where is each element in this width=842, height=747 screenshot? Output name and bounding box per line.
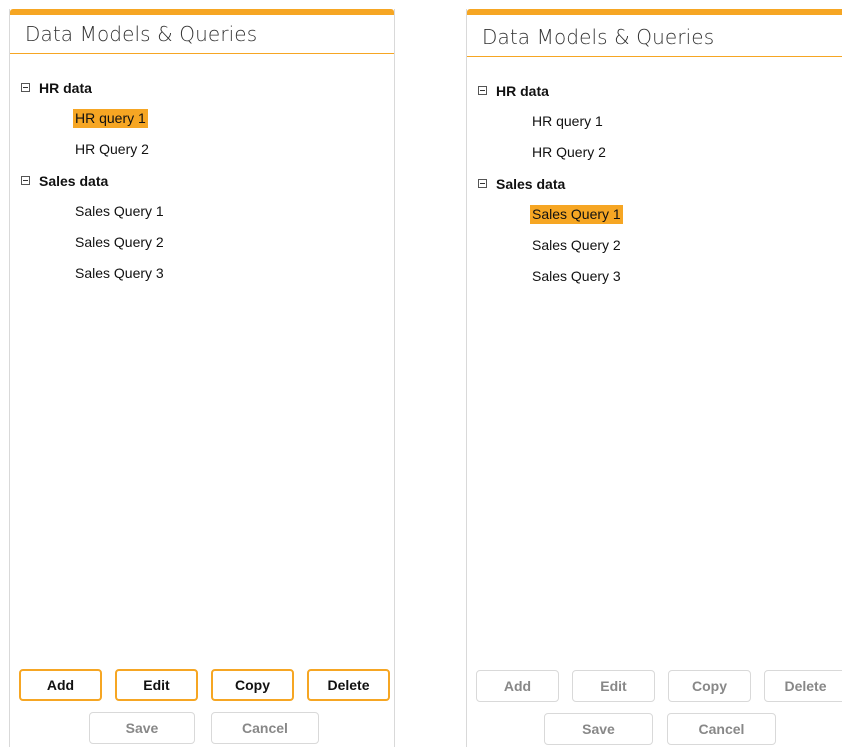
tree-leaf-sales-query-1[interactable]: Sales Query 1 (19, 201, 166, 232)
tree-leaf-label[interactable]: Sales Query 2 (73, 233, 166, 252)
collapse-icon[interactable] (21, 176, 30, 185)
add-button[interactable]: Add (476, 670, 559, 702)
delete-button[interactable]: Delete (307, 669, 390, 701)
tree-node-label[interactable]: Sales data (39, 170, 108, 192)
tree-node-hr-data[interactable]: HR data (476, 80, 623, 111)
tree-leaf-label[interactable]: HR Query 2 (530, 143, 608, 162)
cancel-button[interactable]: Cancel (211, 712, 319, 744)
edit-button[interactable]: Edit (572, 670, 655, 702)
panel-title: Data Models & Queries (10, 15, 394, 54)
copy-button[interactable]: Copy (668, 670, 751, 702)
tree-node-label[interactable]: Sales data (496, 173, 565, 195)
tree-node-sales-data[interactable]: Sales data (476, 173, 623, 204)
tree-leaf-sales-query-2[interactable]: Sales Query 2 (476, 235, 623, 266)
tree-leaf-label[interactable]: HR query 1 (73, 109, 148, 128)
add-button[interactable]: Add (19, 669, 102, 701)
tree-node-hr-data[interactable]: HR data (19, 77, 166, 108)
edit-button[interactable]: Edit (115, 669, 198, 701)
save-button[interactable]: Save (544, 713, 653, 745)
save-button[interactable]: Save (89, 712, 195, 744)
tree-leaf-label[interactable]: Sales Query 1 (530, 205, 623, 224)
tree-leaf-label[interactable]: HR Query 2 (73, 140, 151, 159)
query-tree: HR data HR query 1 HR Query 2 Sales data… (19, 77, 166, 294)
tree-leaf-sales-query-2[interactable]: Sales Query 2 (19, 232, 166, 263)
tree-leaf-hr-query-2[interactable]: HR Query 2 (476, 142, 623, 173)
tree-node-label[interactable]: HR data (496, 80, 549, 102)
collapse-icon[interactable] (21, 83, 30, 92)
copy-button[interactable]: Copy (211, 669, 294, 701)
cancel-button[interactable]: Cancel (667, 713, 776, 745)
delete-button[interactable]: Delete (764, 670, 842, 702)
query-tree: HR data HR query 1 HR Query 2 Sales data… (476, 80, 623, 297)
data-models-panel-right: Data Models & Queries HR data HR query 1… (466, 9, 842, 747)
tree-leaf-label[interactable]: Sales Query 3 (73, 264, 166, 283)
tree-leaf-hr-query-1[interactable]: HR query 1 (476, 111, 623, 142)
tree-leaf-label[interactable]: Sales Query 2 (530, 236, 623, 255)
tree-leaf-sales-query-1[interactable]: Sales Query 1 (476, 204, 623, 235)
tree-leaf-label[interactable]: HR query 1 (530, 112, 605, 131)
tree-node-label[interactable]: HR data (39, 77, 92, 99)
tree-leaf-hr-query-2[interactable]: HR Query 2 (19, 139, 166, 170)
tree-leaf-hr-query-1[interactable]: HR query 1 (19, 108, 166, 139)
data-models-panel-left: Data Models & Queries HR data HR query 1… (9, 9, 395, 747)
tree-leaf-sales-query-3[interactable]: Sales Query 3 (476, 266, 623, 297)
collapse-icon[interactable] (478, 179, 487, 188)
tree-leaf-sales-query-3[interactable]: Sales Query 3 (19, 263, 166, 294)
tree-node-sales-data[interactable]: Sales data (19, 170, 166, 201)
collapse-icon[interactable] (478, 86, 487, 95)
panel-title: Data Models & Queries (467, 15, 842, 57)
tree-leaf-label[interactable]: Sales Query 3 (530, 267, 623, 286)
tree-leaf-label[interactable]: Sales Query 1 (73, 202, 166, 221)
